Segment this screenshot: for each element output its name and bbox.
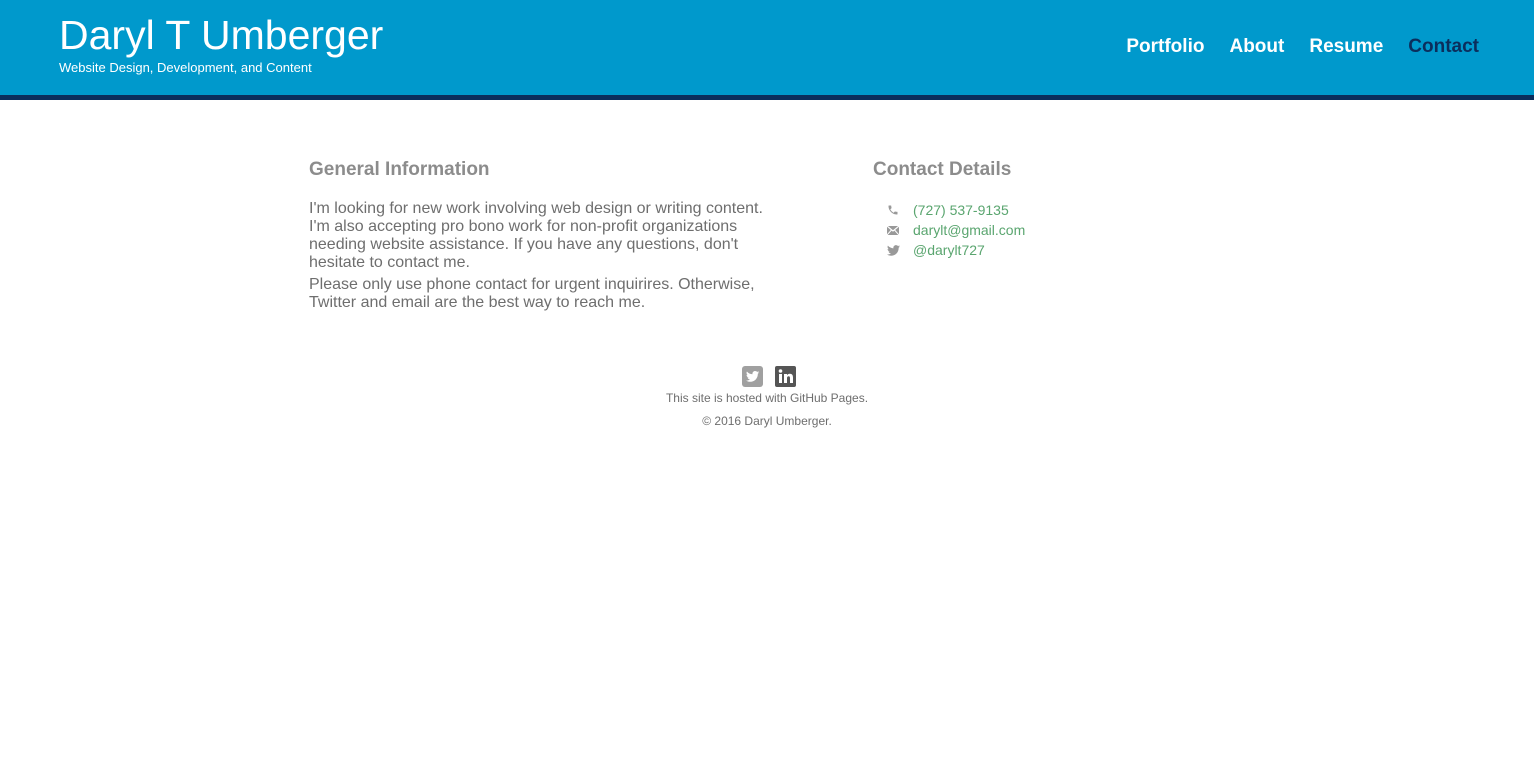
site-header: Daryl T Umberger Website Design, Develop… xyxy=(0,0,1534,100)
phone-icon xyxy=(885,203,901,217)
social-links xyxy=(3,366,1534,388)
mail-icon xyxy=(885,223,901,237)
contact-email-item: darylt@gmail.com xyxy=(885,220,1025,240)
nav-about[interactable]: About xyxy=(1229,36,1284,58)
linkedin-icon[interactable] xyxy=(774,366,796,387)
general-info-heading: General Information xyxy=(309,159,490,180)
hosting-note-suffix: . xyxy=(864,391,869,405)
hosting-note-prefix: This site is hosted with xyxy=(665,391,790,405)
nav-contact[interactable]: Contact xyxy=(1408,36,1479,58)
email-link[interactable]: darylt@gmail.com xyxy=(913,222,1025,238)
main-nav: Portfolio About Resume Contact xyxy=(1126,36,1479,58)
hosting-note: This site is hosted with GitHub Pages. xyxy=(0,391,1534,405)
copyright: © 2016 Daryl Umberger. xyxy=(702,414,832,428)
contact-list: (727) 537-9135 darylt@gmail.com @darylt7… xyxy=(885,200,1025,260)
site-tagline: Website Design, Development, and Content xyxy=(59,60,312,75)
general-info-paragraph: Please only use phone contact for urgent… xyxy=(309,276,755,311)
contact-phone-item: (727) 537-9135 xyxy=(885,200,1025,220)
twitter-icon[interactable] xyxy=(741,366,763,387)
github-pages-link[interactable]: GitHub Pages xyxy=(790,391,865,405)
twitter-icon xyxy=(885,243,901,257)
general-info-paragraph: I'm looking for new work involving web d… xyxy=(309,200,763,271)
nav-resume[interactable]: Resume xyxy=(1309,36,1383,58)
contact-details-heading: Contact Details xyxy=(873,159,1012,180)
site-footer: This site is hosted with GitHub Pages. ©… xyxy=(0,366,1534,428)
phone-link[interactable]: (727) 537-9135 xyxy=(913,202,1009,218)
contact-twitter-item: @darylt727 xyxy=(885,240,1025,260)
twitter-link[interactable]: @darylt727 xyxy=(913,242,985,258)
nav-portfolio[interactable]: Portfolio xyxy=(1126,36,1204,58)
general-info-body: I'm looking for new work involving web d… xyxy=(309,200,779,316)
site-title[interactable]: Daryl T Umberger xyxy=(59,11,383,59)
